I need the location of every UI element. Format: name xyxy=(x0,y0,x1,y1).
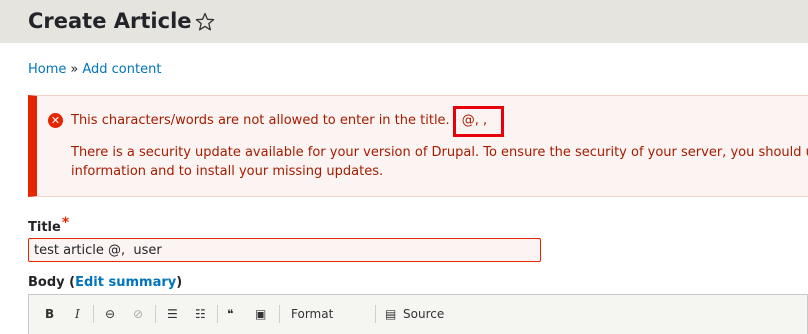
star-icon[interactable] xyxy=(195,12,215,32)
title-input[interactable] xyxy=(28,238,541,262)
breadcrumb-add-content-link[interactable]: Add content xyxy=(82,62,161,77)
body-label: Body (Edit summary) xyxy=(28,274,182,292)
bulleted-list-icon[interactable]: ☰ xyxy=(167,307,178,321)
editor-toolbar: B I ⊖ ⊘ ☰ ☷ ❝ ▣ Format ▤ Source xyxy=(28,294,808,334)
numbered-list-icon[interactable]: ☷ xyxy=(195,307,206,321)
breadcrumb: Home » Add content xyxy=(28,61,161,79)
error-message-text: This characters/words are not allowed to… xyxy=(71,113,450,128)
error-icon: ✕ xyxy=(48,113,63,128)
toolbar-separator xyxy=(279,305,280,323)
toolbar-separator xyxy=(155,305,156,323)
source-icon[interactable]: ▤ xyxy=(385,307,396,321)
link-icon[interactable]: ⊖ xyxy=(105,307,115,321)
bold-button[interactable]: B xyxy=(45,307,54,321)
update-message-line-1: There is a security update available for… xyxy=(71,145,808,160)
title-label: Title* xyxy=(28,215,70,237)
toolbar-separator xyxy=(375,305,376,323)
image-icon[interactable]: ▣ xyxy=(255,307,266,321)
toolbar-separator xyxy=(217,305,218,323)
edit-summary-close-paren: ) xyxy=(176,275,183,290)
breadcrumb-home-link[interactable]: Home xyxy=(28,62,66,77)
edit-summary-link[interactable]: Edit summary xyxy=(75,275,176,290)
format-dropdown[interactable]: Format xyxy=(291,307,333,321)
highlight-annotation-box xyxy=(453,106,504,137)
source-button[interactable]: Source xyxy=(403,307,444,321)
title-label-text: Title xyxy=(28,220,61,235)
update-message-line-2: information and to install your missing … xyxy=(71,164,384,179)
toolbar-separator xyxy=(93,305,94,323)
blockquote-icon[interactable]: ❝ xyxy=(227,307,233,321)
error-messages: ✕ This characters/words are not allowed … xyxy=(28,95,808,197)
unlink-icon[interactable]: ⊘ xyxy=(133,307,143,321)
error-message: This characters/words are not allowed to… xyxy=(71,111,487,130)
page-header: Create Article xyxy=(0,0,808,43)
required-marker: * xyxy=(61,215,70,231)
body-label-text: Body xyxy=(28,275,65,290)
italic-button[interactable]: I xyxy=(75,307,80,321)
page-title: Create Article xyxy=(28,9,192,33)
breadcrumb-separator: » xyxy=(70,62,79,77)
